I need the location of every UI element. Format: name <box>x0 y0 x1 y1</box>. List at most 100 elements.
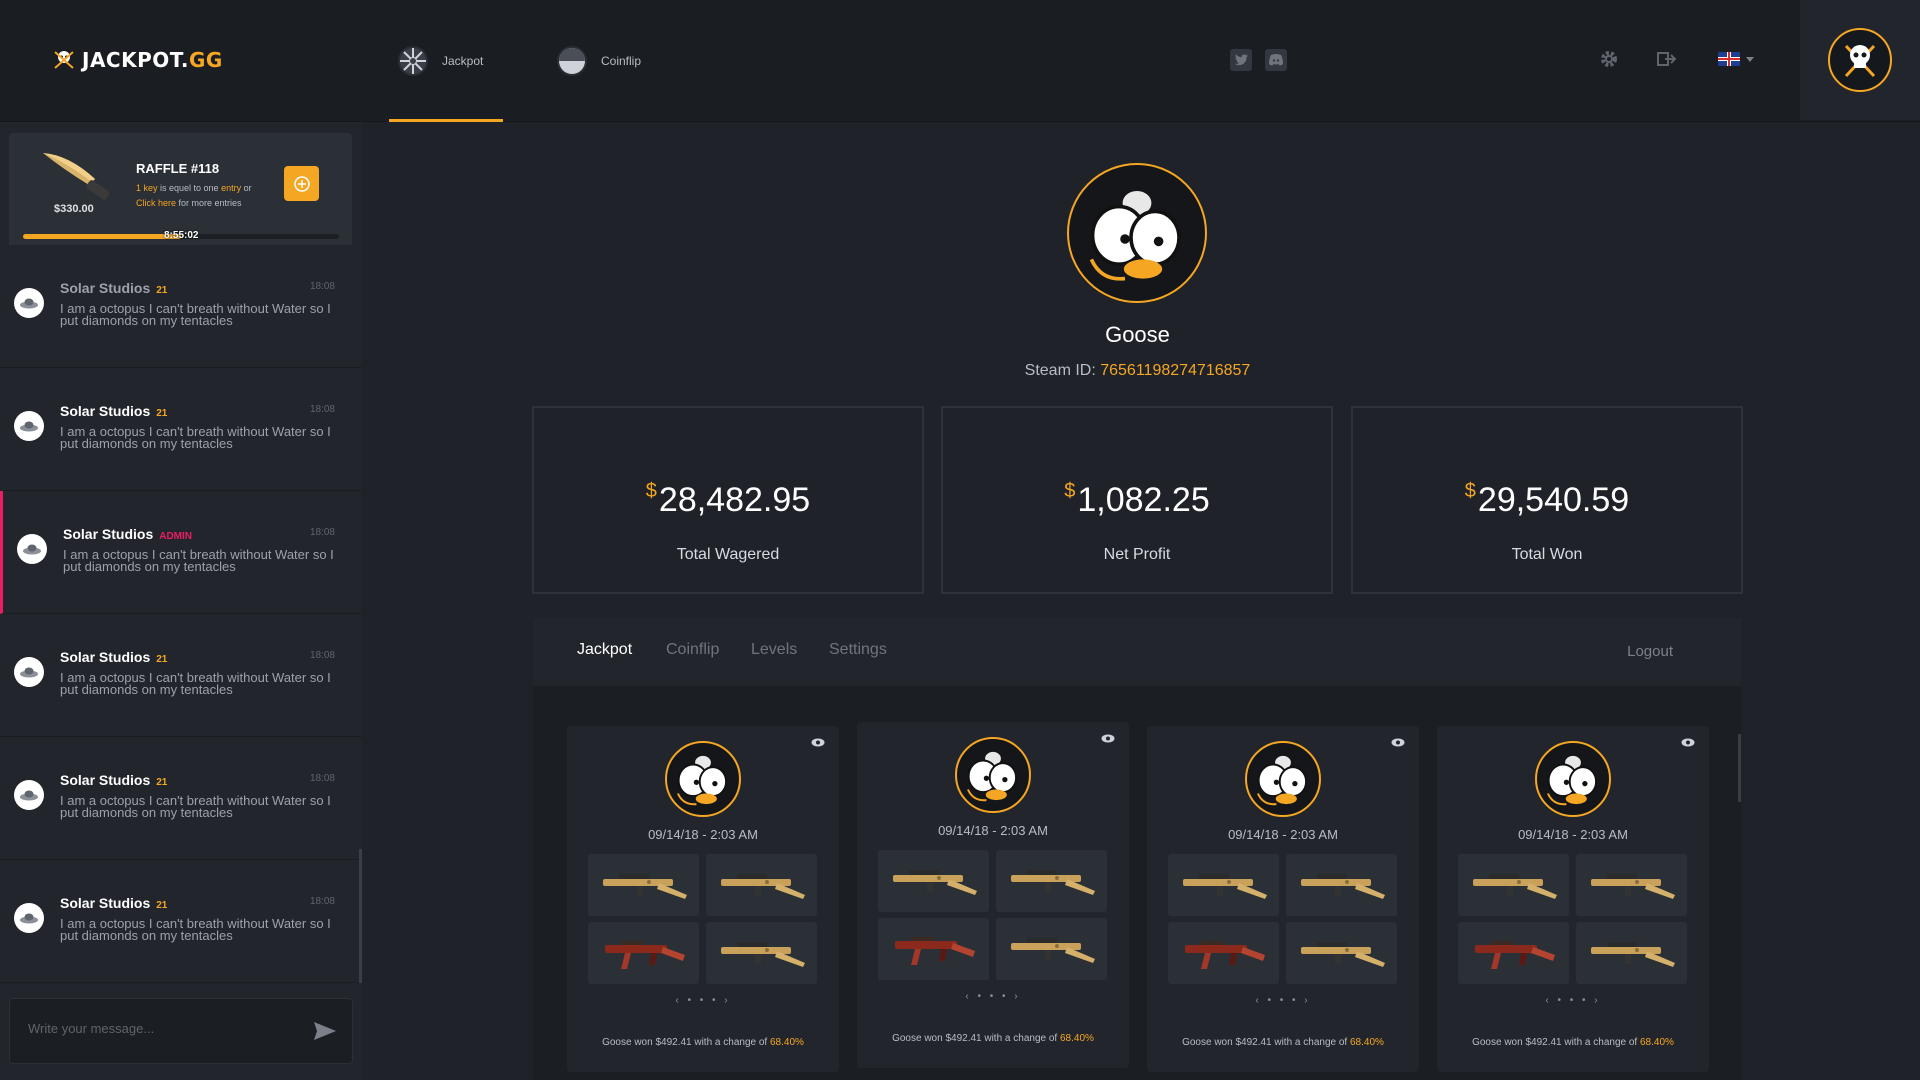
tab-settings[interactable]: Settings <box>829 641 887 659</box>
chat-username[interactable]: Solar Studios 21 <box>60 772 167 788</box>
chat-username[interactable]: Solar Studios ADMIN <box>63 526 192 542</box>
language-selector[interactable] <box>1718 52 1754 66</box>
avatar[interactable] <box>17 534 47 564</box>
skull-crossed-knives-icon <box>54 51 74 69</box>
item-skin[interactable] <box>996 918 1107 980</box>
round-result: Goose won $492.41 with a change of 68.40… <box>1472 1037 1674 1048</box>
uk-flag-icon <box>1718 52 1740 66</box>
item-skin[interactable] <box>588 854 699 916</box>
item-skin[interactable] <box>1576 922 1687 984</box>
items-pager[interactable]: ‹ • • • › <box>857 991 1129 1002</box>
item-skin[interactable] <box>1458 922 1569 984</box>
avatar[interactable] <box>14 657 44 687</box>
item-skin[interactable] <box>588 922 699 984</box>
twitter-icon[interactable] <box>1230 49 1252 71</box>
item-skin[interactable] <box>1168 854 1279 916</box>
rifle-icon <box>1182 874 1267 899</box>
eye-icon[interactable] <box>1681 738 1695 747</box>
settings-gear-icon[interactable] <box>1598 48 1620 70</box>
item-skin[interactable] <box>706 922 817 984</box>
items-pager[interactable]: ‹ • • • › <box>1437 995 1709 1006</box>
item-skin[interactable] <box>706 854 817 916</box>
stat-total-wagered: $28,482.95 Total Wagered <box>532 406 924 594</box>
avatar <box>1828 28 1892 92</box>
raffle-enter-button[interactable] <box>284 166 319 201</box>
item-skin[interactable] <box>1458 854 1569 916</box>
chat-text: I am a octopus I can't breath without Wa… <box>60 424 331 451</box>
brand-name: JACKPOT.GG <box>82 48 223 72</box>
rifle-icon <box>720 942 805 967</box>
user-avatar-button[interactable] <box>1800 0 1920 120</box>
stat-label: Total Wagered <box>676 546 780 563</box>
winner-avatar <box>1245 741 1321 817</box>
raffle-timer: 8:55:02 <box>164 230 199 241</box>
chat-text: I am a octopus I can't breath without Wa… <box>60 670 331 697</box>
coin-icon <box>557 46 587 76</box>
tab-coinflip[interactable]: Coinflip <box>666 641 719 659</box>
nav-coinflip-label: Coinflip <box>601 54 642 68</box>
steam-id: Steam ID: 76561198274716857 <box>1024 362 1251 379</box>
level-badge: 21 <box>156 777 168 788</box>
rifle-icon <box>1590 874 1675 899</box>
item-skin[interactable] <box>1576 854 1687 916</box>
chat-message: Solar Studios 21 18:08 I am a octopus I can… <box>0 368 362 491</box>
nav-jackpot[interactable]: Jackpot <box>398 46 483 76</box>
steam-id-value[interactable]: 76561198274716857 <box>1100 362 1250 379</box>
chat-scrollbar[interactable] <box>359 849 362 983</box>
history-scrollbar[interactable] <box>1738 734 1741 802</box>
chat-text: I am a octopus I can't breath without Wa… <box>63 547 334 574</box>
items-pager[interactable]: ‹ • • • › <box>1147 995 1419 1006</box>
chat-message: Solar Studios 21 18:08 I am a octopus I can… <box>0 245 362 368</box>
avatar[interactable] <box>14 288 44 318</box>
chat-username[interactable]: Solar Studios 21 <box>60 895 167 911</box>
item-skin[interactable] <box>1286 922 1397 984</box>
nav-coinflip[interactable]: Coinflip <box>557 46 641 76</box>
item-skin[interactable] <box>878 850 989 912</box>
nav-active-indicator <box>389 119 503 122</box>
raffle-more-entries: Click here for more entries <box>136 198 242 208</box>
goose-avatar-icon <box>670 746 736 812</box>
roulette-wheel-icon <box>398 46 428 76</box>
avatar[interactable] <box>14 411 44 441</box>
tab-levels[interactable]: Levels <box>751 641 797 659</box>
item-skin[interactable] <box>1168 922 1279 984</box>
rifle-icon <box>604 941 685 969</box>
chat-username[interactable]: Solar Studios 21 <box>60 403 167 419</box>
logout-link[interactable]: Logout <box>1627 643 1673 660</box>
chat-username[interactable]: Solar Studios 21 <box>60 280 167 296</box>
history-panel: Jackpot Coinflip Levels Settings Logout … <box>533 618 1741 1080</box>
eye-icon[interactable] <box>1391 738 1405 747</box>
jackpot-history-card: 09/14/18 - 2:03 AM ‹ • • • › Goose won $49… <box>1437 726 1709 1072</box>
stat-value: $28,482.95 <box>645 480 811 519</box>
ufo-icon <box>20 667 38 678</box>
round-date: 09/14/18 - 2:03 AM <box>1518 827 1628 842</box>
chat-username[interactable]: Solar Studios 21 <box>60 649 167 665</box>
knife-icon <box>43 153 110 200</box>
skull-crossed-knives-icon <box>1844 44 1876 78</box>
stat-label: Total Won <box>1511 546 1583 563</box>
discord-icon[interactable] <box>1265 49 1287 71</box>
avatar[interactable] <box>14 780 44 810</box>
chat-message: Solar Studios 21 18:08 I am a octopus I can… <box>0 860 362 983</box>
eye-icon[interactable] <box>1101 734 1115 743</box>
send-icon[interactable] <box>313 1021 337 1041</box>
nav-jackpot-label: Jackpot <box>442 54 484 68</box>
top-bar: JACKPOT.GG Jackpot Coinflip <box>0 0 1920 122</box>
items-pager[interactable]: ‹ • • • › <box>567 995 839 1006</box>
logout-icon[interactable] <box>1656 48 1678 70</box>
chat-message-input[interactable] <box>28 1021 288 1036</box>
click-here-link[interactable]: Click here <box>136 198 176 208</box>
brand-logo[interactable]: JACKPOT.GG <box>52 48 223 72</box>
item-skin[interactable] <box>1286 854 1397 916</box>
level-badge: 21 <box>156 900 168 911</box>
jackpot-history-card: 09/14/18 - 2:03 AM ‹ • • • › Goose won $49… <box>1147 726 1419 1072</box>
item-skin[interactable] <box>996 850 1107 912</box>
item-skin[interactable] <box>878 918 989 980</box>
rifle-icon <box>720 874 805 899</box>
avatar[interactable] <box>14 903 44 933</box>
chat-text: I am a octopus I can't breath without Wa… <box>60 916 331 943</box>
eye-icon[interactable] <box>811 738 825 747</box>
jackpot-history-card: 09/14/18 - 2:03 AM ‹ • • • › Goose won $49… <box>857 722 1129 1068</box>
tab-jackpot[interactable]: Jackpot <box>577 641 632 659</box>
raffle-price: $330.00 <box>54 203 94 215</box>
